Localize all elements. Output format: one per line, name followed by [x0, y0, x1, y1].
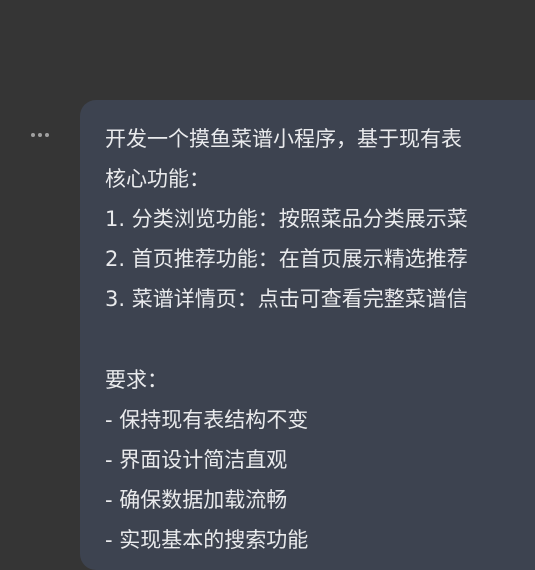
- message-line-core-heading: 核心功能：: [105, 167, 210, 191]
- user-message-bubble: 开发一个摸鱼菜谱小程序，基于现有表 核心功能： 1. 分类浏览功能：按照菜品分类…: [80, 100, 535, 570]
- more-horizontal-icon: [30, 133, 51, 137]
- message-line-feature-1: 1. 分类浏览功能：按照菜品分类展示菜: [105, 207, 468, 231]
- message-line-requirement-1: - 保持现有表结构不变: [105, 408, 309, 432]
- message-line-intro: 开发一个摸鱼菜谱小程序，基于现有表: [105, 127, 462, 151]
- message-line-feature-3: 3. 菜谱详情页：点击可查看完整菜谱信: [105, 287, 468, 311]
- message-line-blank: [105, 319, 535, 360]
- message-line-requirement-4: - 实现基本的搜索功能: [105, 528, 309, 552]
- message-line-requirement-3: - 确保数据加载流畅: [105, 488, 288, 512]
- message-line-requirements-heading: 要求：: [105, 368, 168, 392]
- message-actions-button[interactable]: [27, 122, 53, 148]
- message-line-feature-2: 2. 首页推荐功能：在首页展示精选推荐: [105, 247, 468, 271]
- message-line-requirement-2: - 界面设计简洁直观: [105, 448, 288, 472]
